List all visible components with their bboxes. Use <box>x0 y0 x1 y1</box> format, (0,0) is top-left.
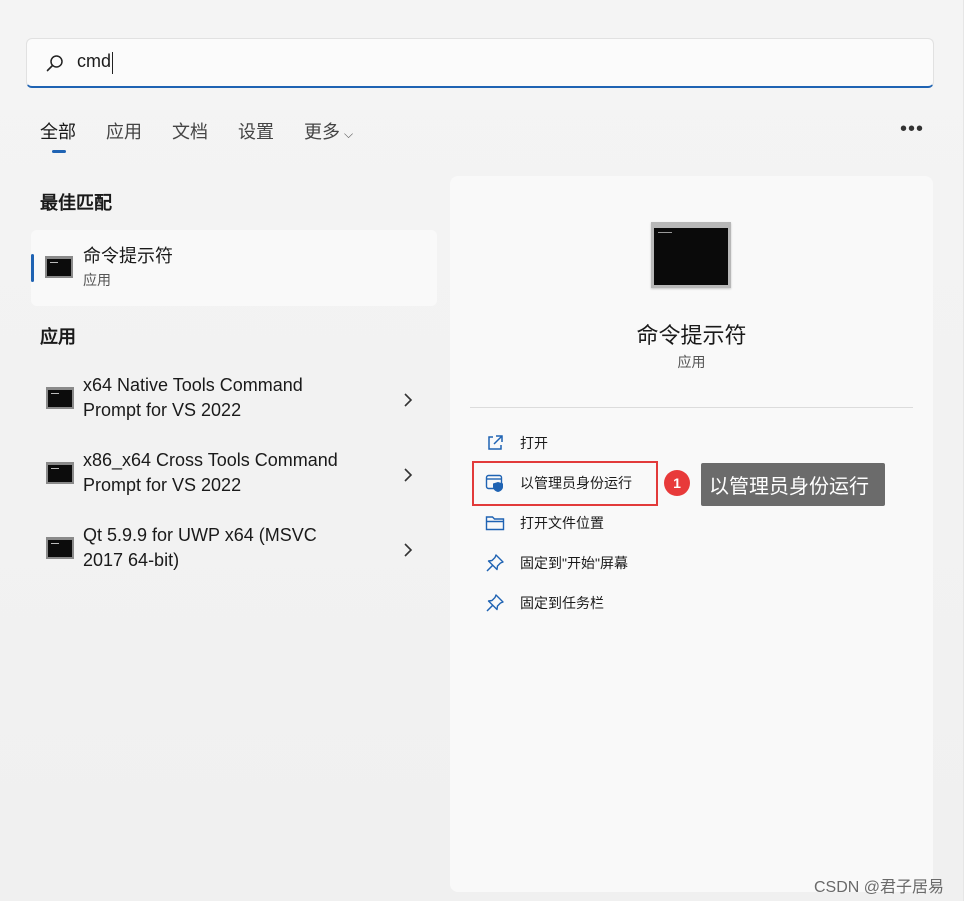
chevron-right-icon[interactable] <box>401 393 415 407</box>
search-window: cmd 全部 应用 文档 设置 更多 ⌵ ••• 最佳匹配 命令提示符 应用 应用… <box>0 0 964 901</box>
command-prompt-icon <box>46 537 74 559</box>
more-options-icon[interactable]: ••• <box>900 118 924 141</box>
best-match-heading: 最佳匹配 <box>40 193 112 213</box>
pin-icon <box>484 592 506 614</box>
annotation-tooltip: 以管理员身份运行 <box>701 463 885 506</box>
detail-app-kind: 应用 <box>677 354 706 370</box>
action-open[interactable]: 打开 <box>470 423 913 463</box>
pin-icon <box>484 552 506 574</box>
action-pin-to-taskbar[interactable]: 固定到任务栏 <box>470 583 913 623</box>
apps-heading: 应用 <box>40 327 76 347</box>
app-name: x86_x64 Cross Tools Command Prompt for V… <box>83 450 338 495</box>
app-name: Qt 5.9.9 for UWP x64 (MSVC 2017 64-bit) <box>83 525 317 570</box>
app-list-item[interactable]: x64 Native Tools Command Prompt for VS 2… <box>31 373 437 445</box>
app-list-item[interactable]: x86_x64 Cross Tools Command Prompt for V… <box>31 448 437 520</box>
command-prompt-large-icon <box>651 222 731 288</box>
step-badge: 1 <box>664 470 690 496</box>
app-name: x64 Native Tools Command Prompt for VS 2… <box>83 375 303 420</box>
open-external-icon <box>484 432 506 454</box>
action-open-file-location[interactable]: 打开文件位置 <box>470 503 913 543</box>
selection-indicator <box>31 254 34 282</box>
app-list-item[interactable]: Qt 5.9.9 for UWP x64 (MSVC 2017 64-bit) <box>31 523 437 595</box>
divider <box>470 407 913 408</box>
folder-icon <box>484 512 506 534</box>
tab-all[interactable]: 全部 <box>40 118 76 154</box>
active-tab-indicator <box>52 150 66 153</box>
best-match-title: 命令提示符 <box>83 246 173 266</box>
detail-panel: 命令提示符 应用 打开 以管理员身份运行 打开文件位置 固定到"开始"屏幕 固定… <box>450 176 933 892</box>
command-prompt-icon <box>46 387 74 409</box>
tab-documents[interactable]: 文档 <box>172 118 208 154</box>
command-prompt-icon <box>45 256 73 278</box>
chevron-right-icon[interactable] <box>401 543 415 557</box>
highlight-box <box>472 461 658 506</box>
action-pin-to-start[interactable]: 固定到"开始"屏幕 <box>470 543 913 583</box>
search-icon <box>45 53 65 73</box>
search-input[interactable]: cmd <box>77 51 114 74</box>
filter-tabs: 全部 应用 文档 设置 更多 ⌵ <box>40 118 383 154</box>
chevron-down-icon: ⌵ <box>344 127 354 141</box>
tab-more[interactable]: 更多 ⌵ <box>304 118 353 154</box>
watermark: CSDN @君子居易 <box>814 879 945 896</box>
best-match-subtitle: 应用 <box>83 272 111 288</box>
command-prompt-icon <box>46 462 74 484</box>
best-match-item[interactable]: 命令提示符 应用 <box>31 230 437 306</box>
search-box[interactable]: cmd <box>26 38 934 88</box>
tab-apps[interactable]: 应用 <box>106 118 142 154</box>
detail-app-name: 命令提示符 <box>636 323 747 348</box>
tab-settings[interactable]: 设置 <box>238 118 274 154</box>
chevron-right-icon[interactable] <box>401 468 415 482</box>
